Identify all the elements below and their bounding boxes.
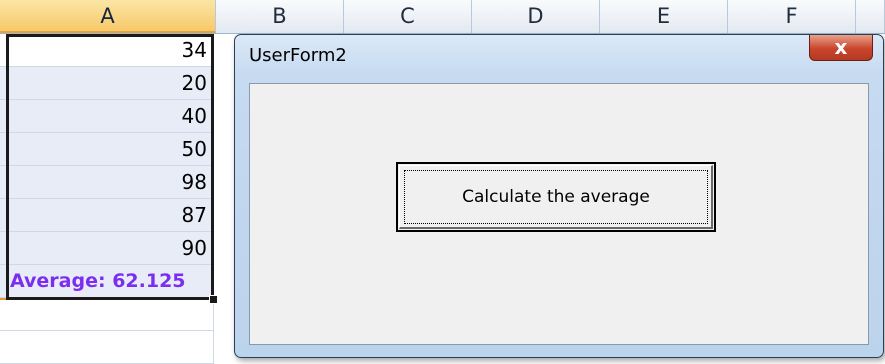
cell-a9[interactable] — [0, 298, 214, 331]
column-header-e[interactable]: E — [600, 0, 728, 33]
cell-a6[interactable]: 87 — [0, 199, 214, 232]
cell-a5[interactable]: 98 — [0, 166, 214, 199]
column-header-d[interactable]: D — [472, 0, 600, 33]
cell-a8-average[interactable]: Average: 62.125 — [0, 265, 214, 298]
column-header-a[interactable]: A — [0, 0, 216, 33]
cell-a10[interactable] — [0, 331, 214, 364]
column-header-row: A B C D E F — [0, 0, 885, 34]
column-header-f[interactable]: F — [728, 0, 856, 33]
column-header-b[interactable]: B — [216, 0, 344, 33]
userform-client-area: Calculate the average — [249, 83, 869, 345]
calculate-average-label: Calculate the average — [462, 187, 650, 207]
cell-a7[interactable]: 90 — [0, 232, 214, 265]
cell-a2[interactable]: 20 — [0, 67, 214, 100]
column-header-g[interactable] — [856, 0, 885, 33]
cell-a4[interactable]: 50 — [0, 133, 214, 166]
calculate-average-button[interactable]: Calculate the average — [396, 162, 716, 232]
column-header-c[interactable]: C — [344, 0, 472, 33]
fill-handle[interactable] — [209, 295, 218, 304]
close-icon: x — [834, 35, 848, 59]
cell-a1[interactable]: 34 — [0, 34, 214, 67]
close-button[interactable]: x — [809, 35, 873, 61]
window-title: UserForm2 — [249, 45, 347, 66]
userform-window[interactable]: UserForm2 x Calculate the average — [234, 34, 884, 358]
cell-a3[interactable]: 40 — [0, 100, 214, 133]
